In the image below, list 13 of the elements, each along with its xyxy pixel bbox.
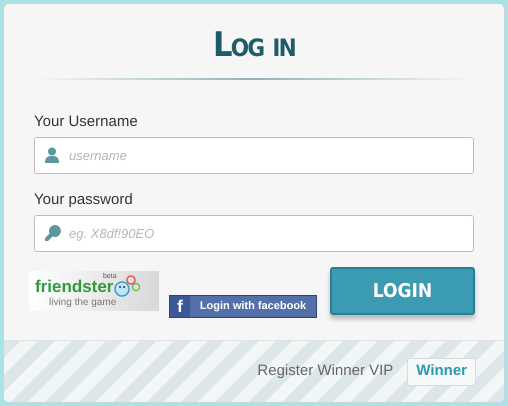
logo-tagline: living the game: [49, 296, 116, 308]
register-text: Register Winner VIP: [257, 361, 394, 382]
input-field[interactable]: eg. X8df!90EO: [34, 215, 474, 252]
facebook-login-button[interactable]: f Login with facebook: [169, 295, 317, 318]
login-title: Log in: [212, 24, 296, 66]
input-field[interactable]: username: [34, 137, 474, 174]
field-label: Your password: [34, 191, 134, 209]
field-label: Your Username: [34, 113, 139, 131]
logo-wordmark: friendster: [35, 276, 114, 296]
user-icon: [45, 147, 59, 163]
winner-button[interactable]: Winner: [407, 358, 476, 386]
key-icon: [45, 225, 61, 241]
login-button[interactable]: LOGIN: [330, 267, 475, 315]
